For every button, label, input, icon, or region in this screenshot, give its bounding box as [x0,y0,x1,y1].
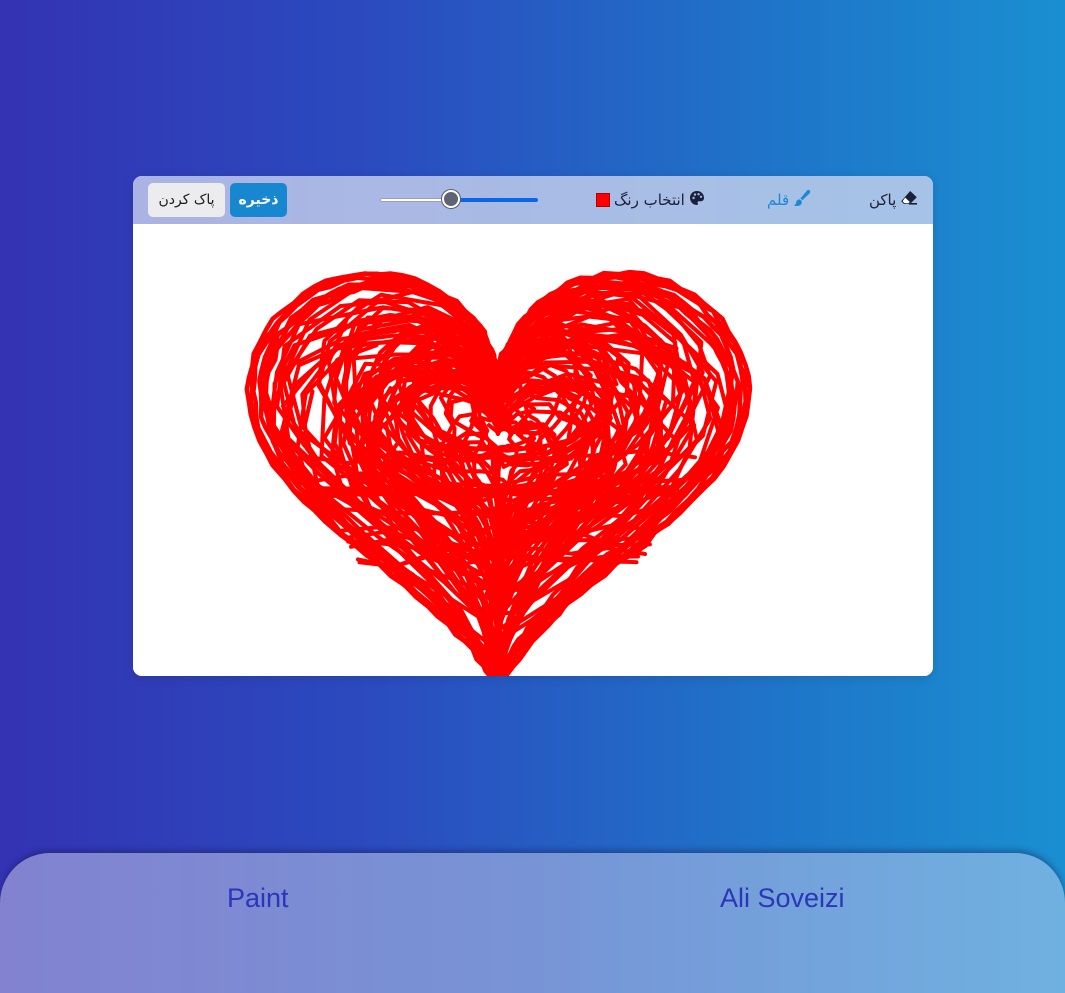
palette-icon [689,190,705,210]
pen-label: قلم [767,191,790,209]
eraser-tool-button[interactable]: پاکن [869,189,918,211]
drawing-canvas[interactable] [133,224,933,676]
paint-app-window: پاک کردن ذخیره انتخاب رنگ قلم پاکن [133,176,933,676]
clear-button[interactable]: پاک کردن [148,183,225,217]
paintbrush-icon [793,189,811,211]
footer-bar: Paint Ali Soveizi [0,853,1065,993]
heart-drawing [244,269,753,676]
eraser-label: پاکن [869,191,897,209]
footer-app-name: Paint [227,883,289,913]
slider-thumb[interactable] [442,190,460,208]
brush-size-slider[interactable] [380,190,540,208]
toolbar: پاک کردن ذخیره انتخاب رنگ قلم پاکن [133,176,933,224]
eraser-icon [900,190,918,210]
footer-author-name: Ali Soveizi [720,883,845,913]
save-button[interactable]: ذخیره [230,183,287,217]
slider-track-fill [451,198,538,202]
color-picker-label: انتخاب رنگ [614,191,685,209]
slider-track [380,198,451,202]
color-swatch[interactable] [596,193,610,207]
color-picker-button[interactable]: انتخاب رنگ [596,189,705,211]
pen-tool-button[interactable]: قلم [767,189,811,211]
